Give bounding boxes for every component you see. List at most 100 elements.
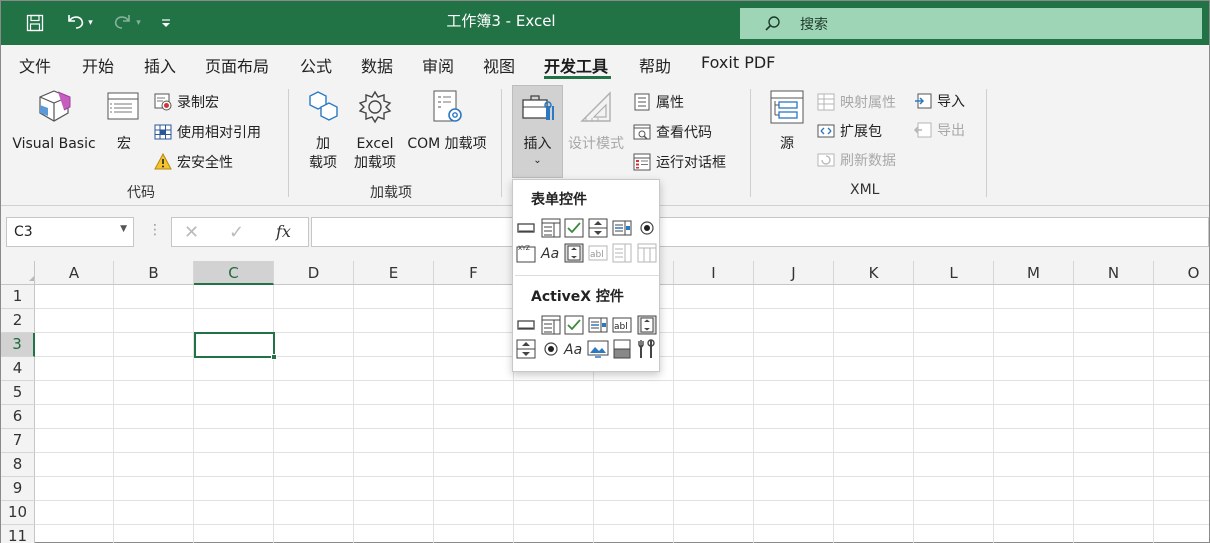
com-addins-button[interactable]: COM 加载项	[402, 89, 492, 154]
import-button[interactable]: 导入	[913, 90, 965, 112]
row-header[interactable]: 11	[1, 525, 35, 543]
form-control-scroll-bar-icon[interactable]	[563, 242, 585, 264]
tab-formulas[interactable]: 公式	[300, 53, 332, 77]
form-control-combo-box-icon[interactable]	[540, 217, 562, 239]
gridline	[833, 285, 834, 543]
activex-control-button-icon[interactable]	[515, 314, 537, 336]
row-header[interactable]: 5	[1, 381, 35, 405]
macro-security-button[interactable]: 宏安全性	[153, 151, 233, 173]
row-header[interactable]: 10	[1, 501, 35, 525]
confirm-icon[interactable]: ✓	[229, 222, 244, 243]
tab-page-layout[interactable]: 页面布局	[205, 53, 269, 77]
tab-developer[interactable]: 开发工具	[544, 53, 608, 77]
row-header[interactable]: 2	[1, 309, 35, 333]
form-control-combo-dropdown-edit-icon[interactable]	[636, 242, 658, 264]
xml-source-button[interactable]: 源	[767, 89, 807, 154]
column-header[interactable]: J	[754, 261, 834, 285]
design-mode-button[interactable]: 设计模式	[565, 89, 627, 154]
activex-control-spin-button-icon[interactable]	[515, 338, 537, 360]
activex-control-toggle-button-icon[interactable]	[611, 338, 633, 360]
column-header[interactable]: I	[674, 261, 754, 285]
macros-button[interactable]: 宏	[104, 89, 144, 154]
column-header[interactable]: K	[834, 261, 914, 285]
form-control-list-box-icon[interactable]	[611, 217, 633, 239]
activex-control-label-icon[interactable]: Aa	[563, 338, 585, 360]
tab-review[interactable]: 审阅	[422, 53, 454, 77]
row-header[interactable]: 6	[1, 405, 35, 429]
properties-button[interactable]: 属性	[632, 91, 684, 113]
activex-control-option-button-icon[interactable]	[540, 338, 562, 360]
select-all-corner[interactable]	[1, 261, 35, 285]
row-header[interactable]: 1	[1, 285, 35, 309]
insert-controls-label: 插入	[523, 136, 552, 152]
tab-foxit-pdf[interactable]: Foxit PDF	[701, 53, 775, 72]
form-control-label-icon[interactable]: Aa	[540, 242, 562, 264]
row-header[interactable]: 8	[1, 453, 35, 477]
use-relative-references-button[interactable]: 使用相对引用	[153, 121, 261, 143]
column-header[interactable]: D	[274, 261, 354, 285]
formula-input[interactable]	[311, 217, 1209, 247]
title-bar: ▾ ▾ 工作簿3 - Excel 搜索	[1, 1, 1209, 45]
form-control-text-field-icon[interactable]: abl	[587, 242, 609, 264]
insert-controls-button[interactable]: 插入 ⌄	[512, 85, 563, 178]
column-header[interactable]: A	[35, 261, 114, 285]
tab-file[interactable]: 文件	[19, 53, 51, 77]
search-box[interactable]: 搜索	[740, 8, 1202, 39]
activex-control-checkbox-icon[interactable]	[563, 314, 585, 336]
form-control-combo-list-edit-icon[interactable]	[611, 242, 633, 264]
design-mode-label: 设计模式	[568, 136, 624, 152]
tab-home[interactable]: 开始	[82, 53, 114, 77]
chevron-down-icon[interactable]: ▼	[120, 224, 127, 234]
column-header[interactable]: C	[194, 261, 274, 285]
map-properties-button[interactable]: 映射属性	[816, 91, 896, 113]
column-header[interactable]: N	[1074, 261, 1154, 285]
form-control-button-icon[interactable]	[515, 217, 537, 239]
visual-basic-icon	[11, 89, 97, 125]
record-macro-button[interactable]: 录制宏	[153, 91, 219, 113]
form-control-group-box-icon[interactable]: XYZ	[515, 242, 537, 264]
form-control-option-button-icon[interactable]	[636, 217, 658, 239]
column-header[interactable]: O	[1154, 261, 1209, 285]
addins-label-line1: 加	[316, 136, 330, 152]
tab-data[interactable]: 数据	[361, 53, 393, 77]
row-header[interactable]: 9	[1, 477, 35, 501]
column-header[interactable]: L	[914, 261, 994, 285]
column-header[interactable]: B	[114, 261, 194, 285]
tab-insert[interactable]: 插入	[144, 53, 176, 77]
visual-basic-button[interactable]: Visual Basic	[11, 89, 97, 154]
refresh-data-button[interactable]: 刷新数据	[816, 149, 896, 171]
activex-control-text-box-icon[interactable]: abl	[611, 314, 633, 336]
gridline	[1153, 285, 1154, 543]
row-header[interactable]: 3	[1, 333, 35, 357]
column-header[interactable]: F	[434, 261, 514, 285]
column-header[interactable]: E	[354, 261, 434, 285]
addins-button[interactable]: 加 载项	[303, 89, 343, 173]
expansion-packs-button[interactable]: 扩展包	[816, 120, 882, 142]
activex-control-more-controls-icon[interactable]	[636, 338, 658, 360]
activex-control-scroll-bar-icon[interactable]	[636, 314, 658, 336]
activex-control-image-icon[interactable]	[587, 338, 609, 360]
tab-help[interactable]: 帮助	[639, 53, 671, 77]
view-code-button[interactable]: 查看代码	[632, 121, 712, 143]
insert-function-icon[interactable]: fx	[276, 222, 291, 241]
name-box[interactable]: C3 ▼	[6, 217, 134, 247]
export-label: 导出	[937, 123, 965, 139]
formula-bar-grip-icon[interactable]: ⋮	[148, 222, 162, 238]
toolbox-icon	[513, 86, 562, 126]
fill-handle[interactable]	[271, 354, 277, 360]
row-header[interactable]: 4	[1, 357, 35, 381]
selected-cell[interactable]	[194, 332, 277, 360]
form-control-checkbox-icon[interactable]	[563, 217, 585, 239]
tab-view[interactable]: 视图	[483, 53, 515, 77]
excel-addins-button[interactable]: Excel 加载项	[349, 89, 401, 173]
record-macro-label: 录制宏	[177, 95, 219, 111]
form-control-spin-button-icon[interactable]	[587, 217, 609, 239]
cancel-icon[interactable]: ✕	[184, 222, 199, 243]
export-button[interactable]: 导出	[913, 119, 965, 141]
activex-control-combo-box-icon[interactable]	[540, 314, 562, 336]
run-dialog-button[interactable]: 运行对话框	[632, 151, 726, 173]
activex-control-list-box-icon[interactable]	[587, 314, 609, 336]
row-header[interactable]: 7	[1, 429, 35, 453]
run-dialog-label: 运行对话框	[656, 155, 726, 171]
column-header[interactable]: M	[994, 261, 1074, 285]
